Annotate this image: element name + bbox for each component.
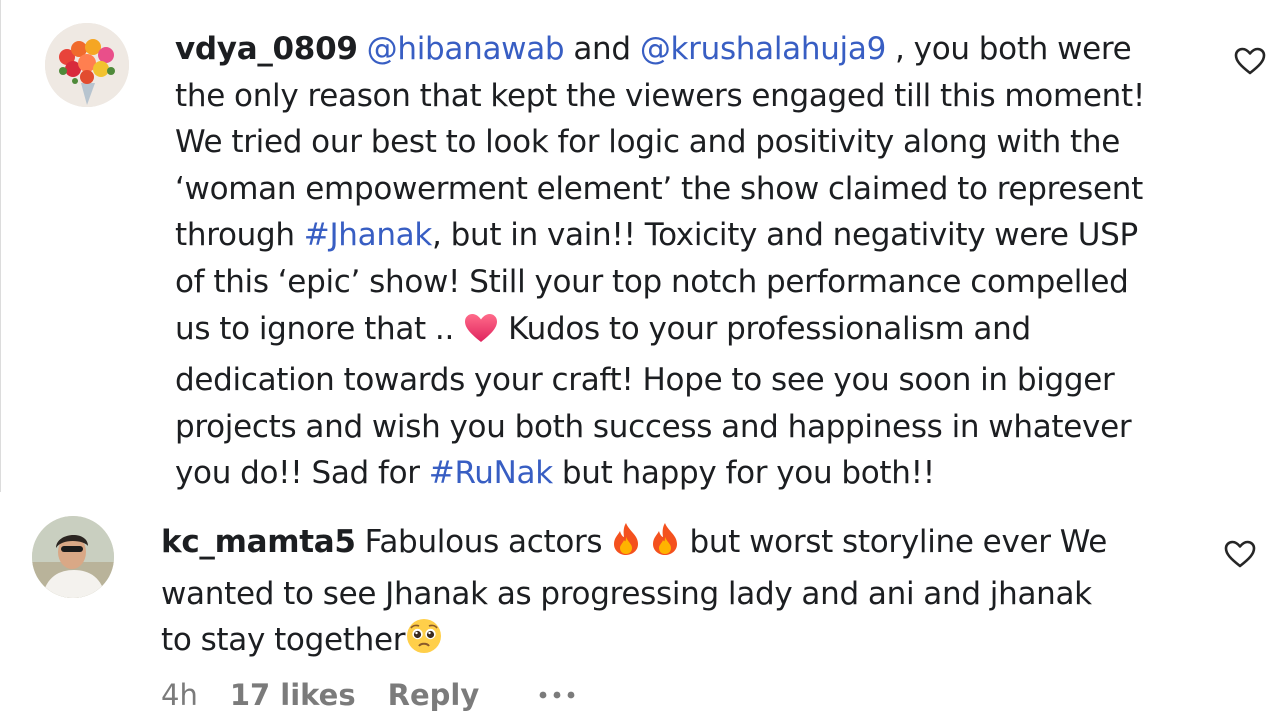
comment-text-segment <box>641 524 650 560</box>
avatar[interactable] <box>45 23 129 107</box>
comment-text-segment: projects and wish you both success and h… <box>175 408 1132 445</box>
comment-text: kc_mamta5 Fabulous actors but worst stor… <box>161 519 1107 669</box>
profile-photo-icon <box>32 516 114 598</box>
mention-link[interactable]: @hibanawab <box>367 31 565 67</box>
comment-text-segment: us to ignore that .. <box>175 310 464 347</box>
avatar[interactable] <box>32 516 114 598</box>
comment-vdya: vdya_0809 @hibanawab and @krushalahuja9 … <box>0 0 1280 492</box>
fire-emoji <box>650 521 680 571</box>
username[interactable]: kc_mamta5 <box>161 524 356 560</box>
comment-text-segment: of this ‘epic’ show! Still your top notc… <box>175 263 1129 300</box>
comment-text-segment: through <box>175 217 304 254</box>
comment-text-segment: and <box>564 31 640 67</box>
comment-text-segment: We tried our best to look for logic and … <box>175 124 1120 161</box>
mention-link[interactable]: @krushalahuja9 <box>640 31 886 67</box>
comment-text-segment: but worst storyline ever We <box>680 524 1108 560</box>
comment-kc-mamta: kc_mamta5 Fabulous actors but worst stor… <box>0 492 1280 720</box>
reply-button[interactable]: Reply <box>388 678 480 712</box>
fire-emoji <box>611 521 641 571</box>
comment-text-segment: Kudos to your professionalism and <box>499 310 1031 347</box>
hashtag-link[interactable]: #RuNak <box>429 455 553 491</box>
heart-emoji <box>463 311 499 358</box>
comment-text-segment: but happy for you both!! <box>552 455 935 492</box>
more-options-icon[interactable] <box>535 688 579 702</box>
comment-text-segment: the only reason that kept the viewers en… <box>175 77 1145 114</box>
flower-bouquet-icon <box>45 23 129 107</box>
username[interactable]: vdya_0809 <box>175 31 358 67</box>
comment-text: vdya_0809 @hibanawab and @krushalahuja9 … <box>175 26 1145 497</box>
comment-text-segment: , but in vain!! Toxicity and negativity … <box>432 217 1138 254</box>
comment-meta: 4h 17 likes Reply <box>161 678 579 712</box>
heart-outline-icon[interactable] <box>1233 45 1267 77</box>
comment-text-segment: dedication towards your craft! Hope to s… <box>175 362 1115 399</box>
comment-text-segment: Fabulous actors <box>355 524 612 560</box>
comment-text-segment: ‘woman empowerment element’ the show cla… <box>175 170 1143 207</box>
comment-text-segment: wanted to see Jhanak as progressing lady… <box>161 575 1092 612</box>
timestamp: 4h <box>161 678 198 712</box>
comment-text-segment: to stay together <box>161 622 406 659</box>
comment-text-segment: , you both were <box>886 31 1132 67</box>
heart-outline-icon[interactable] <box>1223 538 1257 570</box>
hashtag-link[interactable]: #Jhanak <box>304 217 433 253</box>
pleading-face-emoji <box>405 617 443 669</box>
comment-text-segment: you do!! Sad for <box>175 455 429 492</box>
comment-text-segment <box>358 31 367 67</box>
likes-count[interactable]: 17 likes <box>230 678 356 712</box>
